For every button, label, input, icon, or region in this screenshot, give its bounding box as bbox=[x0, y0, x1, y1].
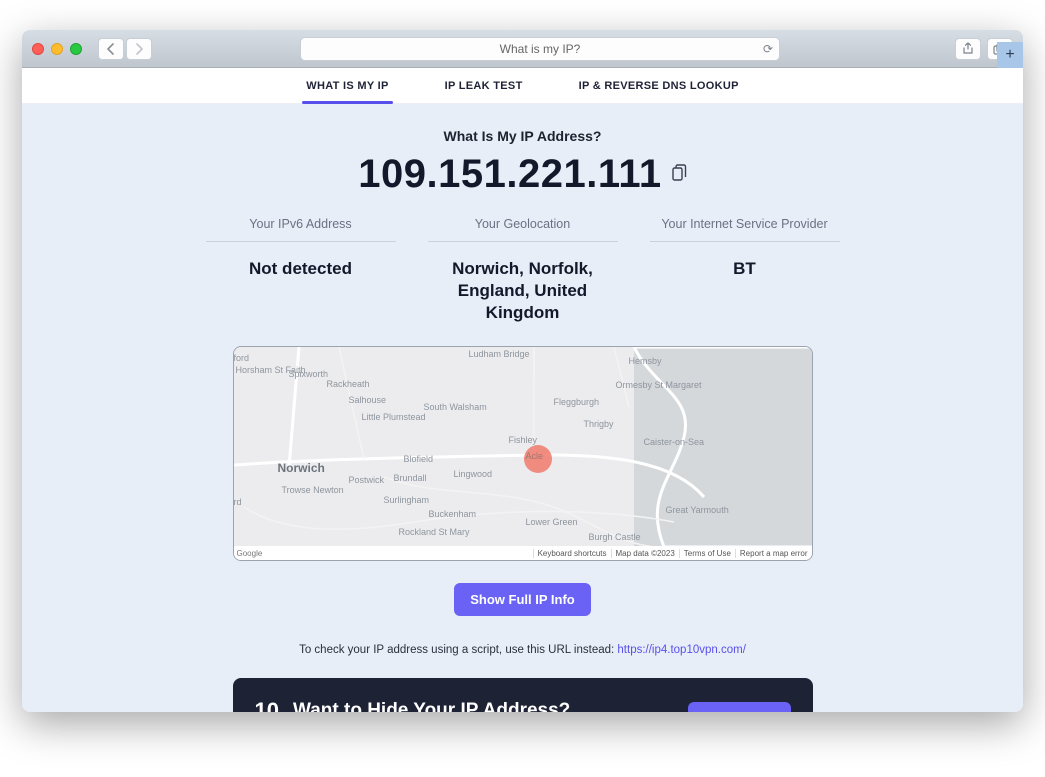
map-label-blofield: Blofield bbox=[404, 454, 434, 464]
promo-logo: 10 bbox=[255, 698, 279, 712]
map-label-salhouse: Salhouse bbox=[349, 395, 387, 405]
copy-icon[interactable] bbox=[672, 164, 687, 186]
promo-heading: Want to Hide Your IP Address? bbox=[293, 700, 675, 712]
map-label-postwick: Postwick bbox=[349, 475, 385, 485]
share-icon[interactable] bbox=[955, 38, 981, 60]
script-link[interactable]: https://ip4.top10vpn.com/ bbox=[617, 644, 746, 656]
back-button[interactable] bbox=[98, 38, 124, 60]
map-label-buckenham: Buckenham bbox=[429, 509, 477, 519]
page-heading: What Is My IP Address? bbox=[22, 128, 1023, 144]
map-label-littleplum: Little Plumstead bbox=[362, 412, 426, 422]
isp-value: BT bbox=[650, 248, 840, 280]
ipv6-col: Your IPv6 Address Not detected bbox=[206, 217, 396, 324]
reload-icon[interactable]: ⟳ bbox=[763, 42, 773, 56]
ipv6-label: Your IPv6 Address bbox=[206, 217, 396, 241]
minimize-icon[interactable] bbox=[51, 43, 63, 55]
info-grid: Your IPv6 Address Not detected Your Geol… bbox=[22, 217, 1023, 324]
map-label-rd: rd bbox=[234, 497, 242, 507]
map-label-hemsby: Hemsby bbox=[629, 356, 662, 366]
maximize-icon[interactable] bbox=[70, 43, 82, 55]
nav-buttons bbox=[98, 38, 152, 60]
browser-window: What is my IP? ⟳ + WHAT IS MY IP IP LEAK… bbox=[22, 30, 1023, 712]
geo-label: Your Geolocation bbox=[428, 217, 618, 241]
map-label-caister: Caister-on-Sea bbox=[644, 437, 705, 447]
map-label-lingwood: Lingwood bbox=[454, 469, 493, 479]
map-label-thrigby: Thrigby bbox=[584, 419, 614, 429]
map-footer: Google Keyboard shortcuts Map data ©2023… bbox=[234, 546, 812, 560]
isp-label: Your Internet Service Provider bbox=[650, 217, 840, 241]
map-label-spixworth: Spixworth bbox=[289, 369, 329, 379]
titlebar: What is my IP? ⟳ + bbox=[22, 30, 1023, 68]
window-controls bbox=[32, 43, 82, 55]
map-label-gy: Great Yarmouth bbox=[666, 505, 729, 515]
close-icon[interactable] bbox=[32, 43, 44, 55]
show-full-ip-button[interactable]: Show Full IP Info bbox=[454, 583, 590, 616]
geo-col: Your Geolocation Norwich, Norfolk, Engla… bbox=[428, 217, 618, 324]
map-label-fleggburgh: Fleggburgh bbox=[554, 397, 600, 407]
geo-value: Norwich, Norfolk, England, United Kingdo… bbox=[428, 248, 618, 324]
isp-col: Your Internet Service Provider BT bbox=[650, 217, 840, 324]
map-report[interactable]: Report a map error bbox=[735, 549, 812, 558]
script-hint: To check your IP address using a script,… bbox=[22, 644, 1023, 656]
map-label-southwalsham: South Walsham bbox=[424, 402, 487, 412]
new-tab-button[interactable]: + bbox=[997, 42, 1023, 68]
tab-what-is-my-ip[interactable]: WHAT IS MY IP bbox=[302, 69, 392, 103]
ipv6-value: Not detected bbox=[206, 248, 396, 280]
promo-cta-button[interactable]: Try NordVPN bbox=[688, 702, 790, 712]
tab-ip-leak-test[interactable]: IP LEAK TEST bbox=[441, 69, 527, 103]
page-content: What Is My IP Address? 109.151.221.111 Y… bbox=[22, 104, 1023, 712]
promo-banner: 10 Want to Hide Your IP Address? Try Nor… bbox=[233, 678, 813, 712]
map-kbd[interactable]: Keyboard shortcuts bbox=[533, 549, 611, 558]
map-label-ford: ford bbox=[234, 353, 250, 363]
ip-row: 109.151.221.111 bbox=[22, 152, 1023, 197]
map-label-ormesby: Ormesby St Margaret bbox=[616, 380, 702, 390]
url-bar[interactable]: What is my IP? ⟳ bbox=[300, 37, 780, 61]
map[interactable]: Norwich Horsham St Faith ford rd Spixwor… bbox=[233, 346, 813, 561]
map-label-fishley: Fishley bbox=[509, 435, 538, 445]
map-label-ludham: Ludham Bridge bbox=[469, 349, 530, 359]
tab-reverse-dns[interactable]: IP & REVERSE DNS LOOKUP bbox=[575, 69, 743, 103]
map-label-acle: Acle bbox=[526, 451, 544, 461]
script-text: To check your IP address using a script,… bbox=[299, 644, 617, 656]
map-label-rackheath: Rackheath bbox=[327, 379, 370, 389]
ipv4-value: 109.151.221.111 bbox=[358, 152, 661, 197]
map-label-norwich: Norwich bbox=[278, 461, 325, 475]
map-label-surlingham: Surlingham bbox=[384, 495, 430, 505]
google-logo: Google bbox=[237, 549, 263, 558]
map-label-lowergreen: Lower Green bbox=[526, 517, 578, 527]
map-terms[interactable]: Terms of Use bbox=[679, 549, 735, 558]
map-data: Map data ©2023 bbox=[611, 549, 679, 558]
page-nav: WHAT IS MY IP IP LEAK TEST IP & REVERSE … bbox=[22, 68, 1023, 104]
map-label-rockland: Rockland St Mary bbox=[399, 527, 470, 537]
map-label-burgh: Burgh Castle bbox=[589, 532, 641, 542]
map-label-trowse: Trowse Newton bbox=[282, 485, 344, 495]
url-text: What is my IP? bbox=[500, 42, 581, 56]
map-label-brundall: Brundall bbox=[394, 473, 427, 483]
forward-button[interactable] bbox=[126, 38, 152, 60]
